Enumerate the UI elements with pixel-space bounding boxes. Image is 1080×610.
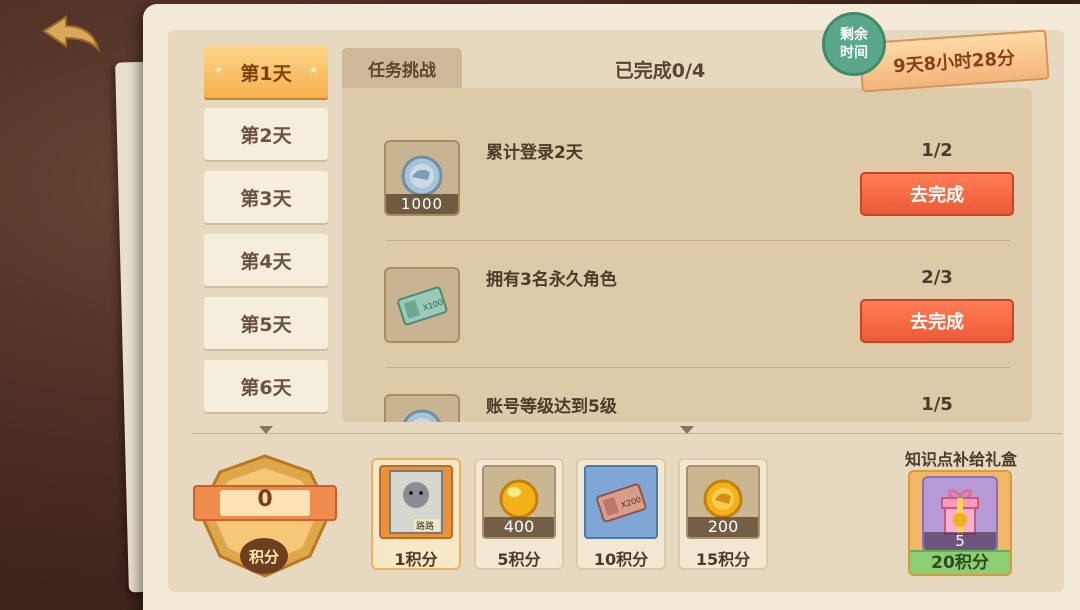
day-tab-1[interactable]: ★ 第1天 ★ [204,46,328,98]
go-complete-button[interactable]: 去完成 [860,172,1014,216]
task-reward-icon [384,394,460,422]
reward-quantity: 400 [484,517,554,537]
button-label: 去完成 [910,185,964,206]
star-icon: ★ [214,65,223,76]
remaining-time: 9天8小时28分 [892,47,1016,78]
reward-icon: 5 [922,476,998,552]
reward-cost: 15积分 [695,550,751,569]
character-card-icon: 路路 [389,470,443,534]
day-tab-label: 第6天 [240,376,292,399]
gift-cost: 20积分 [910,550,1010,574]
task-progress: 2/3 [921,267,953,288]
reward-cost: 10积分 [593,550,649,569]
card-label: 路路 [416,520,434,532]
task-list[interactable]: 1000 累计登录2天 1/2 去完成 X100 拥有3名永久角色 2/3 去完… [342,88,1032,422]
section-divider [192,433,1062,434]
reward-quantity: 5 [924,532,996,550]
day-tab-label: 第4天 [240,250,292,273]
reward-quantity: 1000 [386,194,458,214]
remaining-time-badge: 剩余 时间 [822,12,886,76]
score-label: 积分 [240,538,288,574]
reward-item[interactable]: 400 5积分 [474,458,564,570]
reward-icon: 200 [686,465,760,539]
task-name: 拥有3名永久角色 [486,270,617,290]
day-tab-3[interactable]: 第3天 [204,171,328,223]
day-tab-label: 第1天 [240,62,292,85]
score-value: 0 [257,487,273,512]
task-reward-icon: 1000 [384,140,460,216]
day-tab-5[interactable]: 第5天 [204,297,328,349]
reward-item[interactable]: 路路 1积分 [371,458,461,570]
day-tab-label: 第2天 [240,124,292,147]
badge-line: 剩余 [840,27,868,43]
ticket-x100-icon: X100 [397,286,448,326]
reward-quantity: 200 [688,517,758,537]
reward-icon: 400 [482,465,556,539]
reward-icon: X200 [584,465,658,539]
task-name: 账号等级达到5级 [486,397,617,417]
task-row: 账号等级达到5级 1/5 [342,342,1032,422]
day-tab-6[interactable]: 第6天 [204,360,328,412]
silver-coin-icon [403,409,441,422]
back-button[interactable] [38,14,104,54]
reward-item[interactable]: 200 15积分 [678,458,768,570]
day-tab-2[interactable]: 第2天 [204,108,328,160]
task-row: 1000 累计登录2天 1/2 去完成 [342,88,1032,241]
task-name: 累计登录2天 [486,143,583,163]
day-tab-label: 第5天 [240,313,292,336]
gift-box-reward[interactable]: 5 20积分 [908,470,1012,576]
back-arrow-icon [42,15,100,53]
star-icon: ★ [309,65,318,76]
reward-cost: 5积分 [497,550,541,569]
tab-task-challenge[interactable]: 任务挑战 [342,48,462,88]
completion-progress: 已完成0/4 [614,60,706,82]
arrow-down-icon [259,426,273,434]
day-tab-label: 第3天 [240,187,292,210]
reward-icon: 路路 [379,465,453,539]
task-row: X100 拥有3名永久角色 2/3 去完成 [342,215,1032,368]
ticket-x200-icon: X200 [596,483,647,523]
arrow-down-icon [680,426,694,434]
task-progress: 1/5 [921,394,953,415]
gift-title: 知识点补给礼盒 [904,450,1017,469]
reward-item[interactable]: X200 10积分 [576,458,666,570]
button-label: 去完成 [910,312,964,333]
go-complete-button[interactable]: 去完成 [860,299,1014,343]
reward-cost: 1积分 [394,550,438,569]
task-reward-icon: X100 [384,267,460,343]
badge-line: 时间 [840,45,868,61]
day-tab-4[interactable]: 第4天 [204,234,328,286]
tab-label: 任务挑战 [368,60,436,81]
task-progress: 1/2 [921,140,953,161]
